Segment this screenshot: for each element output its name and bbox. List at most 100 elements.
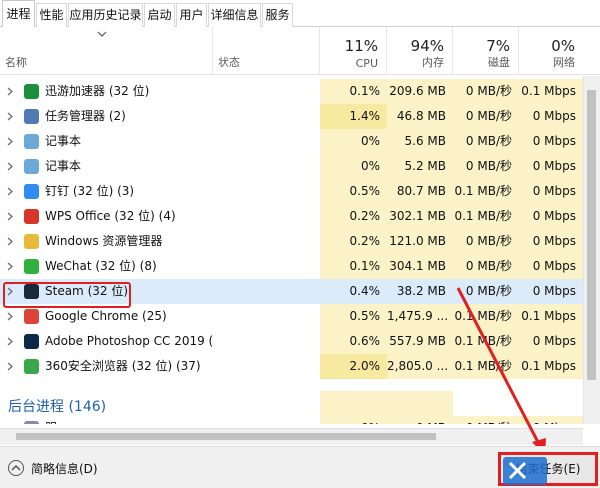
tab-startup[interactable]: 启动 [144, 3, 175, 27]
process-row[interactable]: Steam (32 位) 0.4% 38.2 MB 0 MB/秒 0 Mbps [0, 279, 583, 304]
expand-chevron-icon[interactable] [6, 312, 14, 321]
network-cell: 0 Mbps [519, 179, 583, 204]
expand-chevron-icon[interactable] [6, 87, 14, 96]
disk-cell: 0.1 MB/秒 [453, 179, 519, 204]
column-header-cpu[interactable]: 11% CPU [320, 27, 387, 75]
disk-cell: 0.1 MB/秒 [453, 304, 519, 329]
cpu-cell: 0.5% [320, 179, 387, 204]
tab-bar: 进程 性能 应用历史记录 启动 用户 详细信息 服务 [0, 0, 600, 28]
memory-cell: 121.0 MB [387, 229, 453, 254]
column-status-label: 状态 [218, 56, 240, 69]
expand-chevron-icon[interactable] [6, 337, 14, 346]
vertical-scroll-thumb[interactable] [587, 90, 596, 380]
network-cell: 0 Mbps [519, 416, 583, 424]
notepad-icon [24, 159, 39, 174]
network-cell: 0 Mbps [519, 129, 583, 154]
memory-cell: 5.6 MB [387, 129, 453, 154]
process-name: 钉钉 (32 位) (3) [45, 184, 135, 198]
cpu-cell: 0% [320, 129, 387, 154]
tab-users[interactable]: 用户 [176, 3, 207, 27]
network-cell: 0 Mbps [519, 204, 583, 229]
status-cell [213, 304, 320, 329]
process-name: Google Chrome (25) [45, 309, 167, 323]
cpu-cell: 0.2% [320, 204, 387, 229]
expand-chevron-icon[interactable] [6, 162, 14, 171]
process-row[interactable]: 记事本 0% 5.6 MB 0 MB/秒 0 Mbps [0, 129, 583, 154]
memory-cell: 302.1 MB [387, 204, 453, 229]
horizontal-scroll-thumb[interactable] [16, 433, 436, 440]
network-cell: 0.1 Mbps [519, 79, 583, 104]
process-row[interactable]: WPS Office (32 位) (4) 0.2% 302.1 MB 0.1 MB/… [0, 204, 583, 229]
disk-cell: 0 MB/秒 [453, 154, 519, 179]
process-row[interactable]: 360安全浏览器 (32 位) (37) 2.0% 2,805.0 ... 0.1 M… [0, 354, 583, 379]
expand-chevron-icon[interactable] [6, 262, 14, 271]
status-cell [213, 329, 320, 354]
network-cell: 0 Mbps [532, 284, 576, 298]
fewer-details-icon[interactable] [8, 460, 24, 476]
partial-name-cell: 服 [0, 416, 213, 424]
disk-cell: 0 MB/秒 [453, 79, 519, 104]
memory-cell: 209.6 MB [387, 79, 453, 104]
tab-details[interactable]: 详细信息 [208, 3, 261, 27]
status-cell [213, 254, 320, 279]
column-header-name[interactable]: 名称 [0, 27, 213, 75]
expand-chevron-icon[interactable] [6, 112, 14, 121]
memory-cell: 304.1 MB [387, 254, 453, 279]
process-name: 记事本 [45, 134, 82, 148]
process-row[interactable]: WeChat (32 位) (8) 0.1% 304.1 MB 0 MB/秒 0 Mbp… [0, 254, 583, 279]
expand-chevron-icon[interactable] [6, 137, 14, 146]
network-cell: 0 Mbps [519, 229, 583, 254]
process-name: Adobe Photoshop CC 2019 (7) [45, 334, 213, 348]
expand-chevron-icon[interactable] [6, 362, 14, 371]
cpu-total-percent: 11% [344, 37, 378, 55]
process-row[interactable]: 钉钉 (32 位) (3) 0.5% 80.7 MB 0.1 MB/秒 0 Mbps [0, 179, 583, 204]
column-header-memory[interactable]: 94% 内存 [387, 27, 453, 75]
cpu-cell: 2.0% [320, 354, 387, 379]
process-row[interactable]: Google Chrome (25) 0.5% 1,475.9 ... 0.1 MB/… [0, 304, 583, 329]
memory-cell: 1,475.9 ... [387, 304, 453, 329]
service-icon [24, 421, 39, 424]
network-column-label: 网络 [553, 56, 575, 69]
process-name-cell: 钉钉 (32 位) (3) [0, 179, 213, 204]
tab-services[interactable]: 服务 [262, 3, 293, 27]
column-header-disk[interactable]: 7% 磁盘 [453, 27, 519, 75]
process-name-cell: Steam (32 位) [0, 279, 213, 304]
column-header-row: 名称 状态 11% CPU 94% 内存 7% 磁盘 0% 网络 [0, 27, 600, 75]
memory-cell: 2,805.0 ... [387, 354, 453, 379]
column-header-status[interactable]: 状态 [213, 27, 320, 75]
chevron-up-icon [11, 465, 21, 471]
fewer-details-link[interactable]: 简略信息(D) [31, 460, 98, 477]
expand-chevron-icon[interactable] [6, 212, 14, 221]
expand-chevron-icon[interactable] [6, 237, 14, 246]
memory-cell: 0 MB [387, 416, 453, 424]
column-name-label: 名称 [5, 56, 27, 69]
process-name: 迅游加速器 (32 位) [45, 84, 150, 98]
cpu-cell: 0.5% [320, 304, 387, 329]
process-row[interactable]: 任务管理器 (2) 1.4% 46.8 MB 0 MB/秒 0 Mbps [0, 104, 583, 129]
tab-app-history[interactable]: 应用历史记录 [68, 3, 143, 27]
process-row[interactable]: 迅游加速器 (32 位) 0.1% 209.6 MB 0 MB/秒 0.1 Mbps [0, 79, 583, 104]
disk-cell: 0 MB/秒 [453, 129, 519, 154]
steam-icon [24, 284, 39, 299]
process-name-cell: WPS Office (32 位) (4) [0, 204, 213, 229]
column-header-network[interactable]: 0% 网络 [519, 27, 583, 75]
process-row[interactable]: Windows 资源管理器 0.2% 121.0 MB 0 MB/秒 0 Mbps [0, 229, 583, 254]
task-manager-window: 进程 性能 应用历史记录 启动 用户 详细信息 服务 名称 状态 11% CPU… [0, 0, 600, 488]
tab-processes[interactable]: 进程 [2, 0, 35, 28]
status-cell [213, 154, 320, 179]
process-row[interactable]: Adobe Photoshop CC 2019 (7) 0.6% 557.9 MB 0… [0, 329, 583, 354]
process-row[interactable]: 记事本 0% 5.2 MB 0 MB/秒 0 Mbps [0, 154, 583, 179]
status-cell [213, 179, 320, 204]
tab-performance[interactable]: 性能 [36, 3, 67, 27]
expand-chevron-icon[interactable] [6, 287, 14, 296]
partial-process-row[interactable]: 服 0% 0 MB 0 MB/秒 0 Mbps [0, 416, 583, 424]
cpu-cell: 0% [320, 416, 387, 424]
memory-column-label: 内存 [422, 56, 444, 69]
disk-total-percent: 7% [486, 37, 510, 55]
process-name-cell: Adobe Photoshop CC 2019 (7) [0, 329, 213, 354]
xunyou-icon [24, 84, 39, 99]
expand-chevron-icon[interactable] [6, 187, 14, 196]
status-cell [213, 79, 320, 104]
memory-cell: 5.2 MB [387, 154, 453, 179]
process-name: 任务管理器 (2) [45, 109, 126, 123]
